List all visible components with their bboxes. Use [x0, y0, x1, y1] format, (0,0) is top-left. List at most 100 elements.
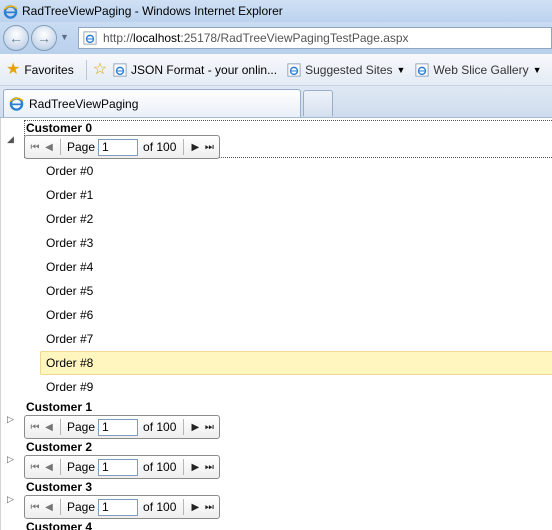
tree-node-customer-4[interactable]: Customer 4 — [26, 520, 92, 530]
page-total: of 100 — [143, 140, 177, 154]
pager-divider — [183, 139, 185, 155]
tree-view: Customer 0 ◢ ⏮ ◀ Page 1 of 100 ▶ ⏭ Order… — [0, 118, 552, 530]
page-label: Page — [67, 420, 96, 434]
pager-divider — [183, 499, 185, 515]
page-total: of 100 — [143, 500, 177, 514]
favorite-link-json-format[interactable]: JSON Format - your onlin... — [113, 63, 277, 77]
page-number-input[interactable]: 1 — [98, 138, 139, 156]
pager-divider — [60, 139, 61, 155]
page-total: of 100 — [143, 420, 177, 434]
next-page-icon[interactable]: ▶ — [188, 142, 202, 153]
ie-logo-icon — [9, 97, 24, 111]
tree-node-order-hovered[interactable]: Order #8 — [46, 356, 93, 370]
pager-divider — [60, 499, 61, 515]
add-favorite-button[interactable]: ☆ — [92, 60, 108, 78]
favorites-button[interactable]: ★ Favorites — [6, 60, 74, 78]
last-page-icon[interactable]: ⏭ — [202, 142, 216, 153]
pager-divider — [60, 419, 61, 435]
previous-page-icon[interactable]: ◀ — [42, 502, 56, 513]
tree-node-order[interactable]: Order #4 — [46, 260, 93, 274]
next-page-icon[interactable]: ▶ — [188, 502, 202, 513]
tree-node-order[interactable]: Order #1 — [46, 188, 93, 202]
ie-page-icon — [113, 62, 127, 77]
first-page-icon[interactable]: ⏮ — [28, 142, 42, 153]
node-pager: ⏮ ◀ Page 1 of 100 ▶ ⏭ — [24, 415, 221, 439]
node-pager: ⏮ ◀ Page 1 of 100 ▶ ⏭ — [24, 495, 221, 519]
tree-node-order[interactable]: Order #5 — [46, 284, 93, 298]
next-page-icon[interactable]: ▶ — [188, 422, 202, 433]
page-label: Page — [67, 500, 96, 514]
back-arrow-icon: ← — [9, 30, 23, 46]
favorite-link-label: Web Slice Gallery — [433, 62, 529, 77]
ie-page-icon — [287, 62, 301, 77]
expand-arrow-icon[interactable]: ▷ — [7, 494, 14, 505]
tree-node-customer-3[interactable]: Customer 3 — [26, 480, 92, 494]
tree-node-order[interactable]: Order #7 — [46, 332, 93, 346]
last-page-icon[interactable]: ⏭ — [202, 502, 216, 513]
forward-arrow-icon: → — [37, 30, 51, 46]
favorites-star-icon: ★ — [6, 60, 21, 78]
first-page-icon[interactable]: ⏮ — [28, 502, 42, 513]
favorite-link-label: JSON Format - your onlin... — [131, 62, 278, 77]
favorite-link-label: Suggested Sites — [305, 62, 393, 77]
tab-label: RadTreeViewPaging — [29, 96, 139, 111]
pager-divider — [183, 459, 185, 475]
address-url[interactable]: http://localhost:25178/RadTreeViewPaging… — [103, 31, 409, 45]
previous-page-icon[interactable]: ◀ — [42, 142, 56, 153]
tab-radtreeviewpaging[interactable]: RadTreeViewPaging — [3, 89, 301, 117]
favorites-bar: ★ Favorites ☆ JSON Format - your onlin..… — [0, 54, 552, 86]
forward-button[interactable]: → — [31, 25, 57, 51]
ie-page-icon — [415, 62, 429, 77]
first-page-icon[interactable]: ⏮ — [28, 462, 42, 473]
ie-logo-icon — [3, 4, 18, 19]
history-dropdown-icon[interactable]: ▼ — [60, 32, 69, 42]
node-pager: ⏮ ◀ Page 1 of 100 ▶ ⏭ — [24, 135, 221, 159]
last-page-icon[interactable]: ⏭ — [202, 462, 216, 473]
collapse-arrow-icon[interactable]: ◢ — [7, 134, 14, 145]
tree-node-order[interactable]: Order #3 — [46, 236, 93, 250]
pager-divider — [60, 459, 61, 475]
page-icon — [83, 31, 97, 45]
back-button[interactable]: ← — [3, 25, 29, 51]
previous-page-icon[interactable]: ◀ — [42, 422, 56, 433]
window-title-bar: RadTreeViewPaging - Windows Internet Exp… — [0, 0, 552, 22]
first-page-icon[interactable]: ⏮ — [28, 422, 42, 433]
expand-arrow-icon[interactable]: ▷ — [7, 454, 14, 465]
url-host: localhost — [133, 31, 181, 45]
previous-page-icon[interactable]: ◀ — [42, 462, 56, 473]
tree-node-order[interactable]: Order #2 — [46, 212, 93, 226]
page-number-input[interactable]: 1 — [98, 458, 139, 476]
navigation-bar: ← → ▼ http://localhost:25178/RadTreeView… — [0, 22, 552, 54]
tree-node-order[interactable]: Order #6 — [46, 308, 93, 322]
node-pager: ⏮ ◀ Page 1 of 100 ▶ ⏭ — [24, 455, 221, 479]
window-title: RadTreeViewPaging - Windows Internet Exp… — [22, 4, 283, 18]
next-page-icon[interactable]: ▶ — [188, 462, 202, 473]
address-bar[interactable]: http://localhost:25178/RadTreeViewPaging… — [78, 27, 552, 49]
hover-highlight — [40, 351, 552, 375]
tree-node-order[interactable]: Order #0 — [46, 164, 93, 178]
chevron-down-icon: ▼ — [532, 64, 542, 75]
tree-node-customer-2[interactable]: Customer 2 — [26, 440, 92, 454]
page-total: of 100 — [143, 460, 177, 474]
tab-strip: RadTreeViewPaging — [0, 86, 552, 118]
tree-node-order[interactable]: Order #9 — [46, 380, 93, 394]
chevron-down-icon: ▼ — [396, 64, 406, 75]
tree-node-customer-1[interactable]: Customer 1 — [26, 400, 92, 414]
page-label: Page — [67, 140, 96, 154]
url-path: :25178/RadTreeViewPagingTestPage.aspx — [180, 31, 409, 45]
favorite-link-suggested-sites[interactable]: Suggested Sites ▼ — [287, 63, 405, 77]
pager-divider — [183, 419, 185, 435]
add-to-favorites-bar-icon: ☆ — [92, 60, 108, 78]
toolbar-separator — [85, 59, 87, 80]
page-label: Page — [67, 460, 96, 474]
last-page-icon[interactable]: ⏭ — [202, 422, 216, 433]
page-number-input[interactable]: 1 — [98, 498, 139, 516]
new-tab-button[interactable] — [303, 90, 333, 116]
page-number-input[interactable]: 1 — [98, 418, 139, 436]
content-left-border — [0, 118, 1, 530]
expand-arrow-icon[interactable]: ▷ — [7, 414, 14, 425]
tree-node-customer-0[interactable]: Customer 0 — [26, 121, 92, 135]
favorites-label: Favorites — [24, 62, 74, 77]
url-prefix: http:// — [103, 31, 134, 45]
favorite-link-web-slice-gallery[interactable]: Web Slice Gallery ▼ — [415, 62, 542, 77]
